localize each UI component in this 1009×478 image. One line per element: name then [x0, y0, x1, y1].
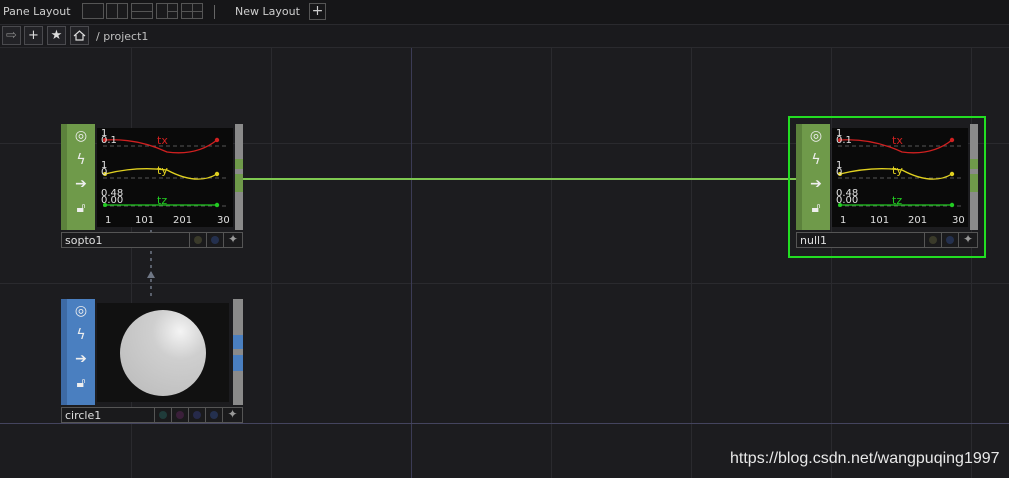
- clone-flag[interactable]: [188, 408, 205, 422]
- network-path-bar: ⇨ + ★ / project1: [0, 25, 1009, 48]
- sparkle-icon[interactable]: ✦: [222, 408, 242, 422]
- ty-name: ty: [157, 164, 168, 177]
- network-editor-canvas[interactable]: ◎ ϟ ➔ 🔓︎ 1 0.1 tx 1 0 ty 0.48 0.00 tz 1 …: [0, 48, 1009, 478]
- clone-flag[interactable]: [189, 233, 206, 247]
- circle-preview: [120, 310, 206, 396]
- axis-tick: 30: [217, 215, 230, 226]
- axis-tick: 201: [908, 215, 927, 226]
- chop-viewer: 1 0.1 tx 1 0 ty 0.48 0.00 tz 1 101 201 3…: [832, 128, 968, 227]
- node-name-field[interactable]: sopto1: [62, 233, 190, 247]
- display-arrow-icon[interactable]: ➔: [69, 172, 93, 196]
- node-strip: ◎ ϟ ➔ 🔓︎: [61, 299, 95, 405]
- tx-name: tx: [892, 134, 903, 147]
- pane-layout-bar: Pane Layout New Layout +: [0, 0, 1009, 25]
- bypass-icon[interactable]: ϟ: [69, 148, 93, 172]
- node-name-field[interactable]: null1: [797, 233, 925, 247]
- layout-horizontal-split-button[interactable]: [131, 3, 153, 19]
- axis-tick: 101: [870, 215, 889, 226]
- display-arrow-icon[interactable]: ➔: [69, 347, 93, 371]
- lock-icon[interactable]: 🔓︎: [804, 196, 828, 220]
- node-circle1[interactable]: ◎ ϟ ➔ 🔓︎ circle1 ✦: [61, 299, 243, 425]
- tz-bottom-label: 0.00: [101, 195, 123, 206]
- display-flag[interactable]: [206, 233, 223, 247]
- output-connector[interactable]: [233, 335, 243, 349]
- output-connector[interactable]: [970, 174, 978, 192]
- dependency-arrow: [147, 271, 155, 278]
- display-flag[interactable]: [205, 408, 222, 422]
- layout-vertical-split-button[interactable]: [106, 3, 128, 19]
- node-name: sopto1: [65, 234, 103, 247]
- output-connector[interactable]: [235, 159, 243, 169]
- tz-name: tz: [892, 194, 902, 207]
- node-side-bar: [970, 124, 978, 230]
- axis-tick: 101: [135, 215, 154, 226]
- tx-name: tx: [157, 134, 168, 147]
- template-flag[interactable]: [154, 408, 171, 422]
- tx-bottom-label: 0.1: [101, 135, 117, 146]
- node-name: null1: [800, 234, 828, 247]
- layout-three-pane-button[interactable]: [156, 3, 178, 19]
- node-name-bar: sopto1 ✦: [61, 232, 243, 248]
- sparkle-icon[interactable]: ✦: [958, 233, 977, 247]
- chop-viewer: 1 0.1 tx 1 0 ty 0.48 0.00 tz 1 101 201 3…: [97, 128, 233, 227]
- clone-flag[interactable]: [924, 233, 941, 247]
- output-connector[interactable]: [235, 174, 243, 192]
- lock-icon[interactable]: 🔓︎: [69, 371, 93, 395]
- ty-bottom-label: 0: [836, 167, 842, 178]
- layout-single-button[interactable]: [82, 3, 104, 19]
- ty-bottom-label: 0: [101, 167, 107, 178]
- plus-icon[interactable]: +: [24, 26, 43, 45]
- tz-name: tz: [157, 194, 167, 207]
- node-name-bar: circle1 ✦: [61, 407, 243, 423]
- axis-tick: 30: [952, 215, 965, 226]
- node-name: circle1: [65, 409, 102, 422]
- divider: [214, 5, 215, 19]
- sop-viewer: [97, 303, 229, 402]
- bypass-icon[interactable]: ϟ: [804, 148, 828, 172]
- layout-quad-button[interactable]: [181, 3, 203, 19]
- viewer-toggle-icon[interactable]: ◎: [69, 124, 93, 148]
- axis-tick: 201: [173, 215, 192, 226]
- pane-layout-label: Pane Layout: [3, 5, 71, 18]
- viewer-toggle-icon[interactable]: ◎: [69, 299, 93, 323]
- new-layout-label: New Layout: [235, 5, 300, 18]
- add-layout-button[interactable]: +: [309, 3, 326, 20]
- star-icon[interactable]: ★: [47, 26, 66, 45]
- node-null1[interactable]: ◎ ϟ ➔ 🔓︎ 1 0.1 tx 1 0 ty 0.48 0.00 tz 1 …: [796, 124, 978, 250]
- axis-tick: 1: [105, 215, 111, 226]
- output-connector[interactable]: [970, 159, 978, 169]
- display-flag[interactable]: [941, 233, 958, 247]
- lock-icon[interactable]: 🔓︎: [69, 196, 93, 220]
- node-name-field[interactable]: circle1: [62, 408, 155, 422]
- network-path[interactable]: / project1: [96, 30, 148, 43]
- sparkle-icon[interactable]: ✦: [223, 233, 242, 247]
- node-side-bar: [235, 124, 243, 230]
- tz-bottom-label: 0.00: [836, 195, 858, 206]
- viewer-toggle-icon[interactable]: ◎: [804, 124, 828, 148]
- output-connector[interactable]: [233, 355, 243, 371]
- bypass-icon[interactable]: ϟ: [69, 323, 93, 347]
- display-arrow-icon[interactable]: ➔: [804, 172, 828, 196]
- axis-tick: 1: [840, 215, 846, 226]
- node-name-bar: null1 ✦: [796, 232, 978, 248]
- arrow-right-icon[interactable]: ⇨: [2, 26, 21, 45]
- tx-bottom-label: 0.1: [836, 135, 852, 146]
- render-flag[interactable]: [171, 408, 188, 422]
- node-strip: ◎ ϟ ➔ 🔓︎: [796, 124, 830, 230]
- home-icon[interactable]: [70, 26, 89, 45]
- node-strip: ◎ ϟ ➔ 🔓︎: [61, 124, 95, 230]
- node-side-bar: [233, 299, 243, 405]
- watermark: https://blog.csdn.net/wangpuqing1997: [730, 450, 1000, 467]
- ty-name: ty: [892, 164, 903, 177]
- node-sopto1[interactable]: ◎ ϟ ➔ 🔓︎ 1 0.1 tx 1 0 ty 0.48 0.00 tz 1 …: [61, 124, 243, 250]
